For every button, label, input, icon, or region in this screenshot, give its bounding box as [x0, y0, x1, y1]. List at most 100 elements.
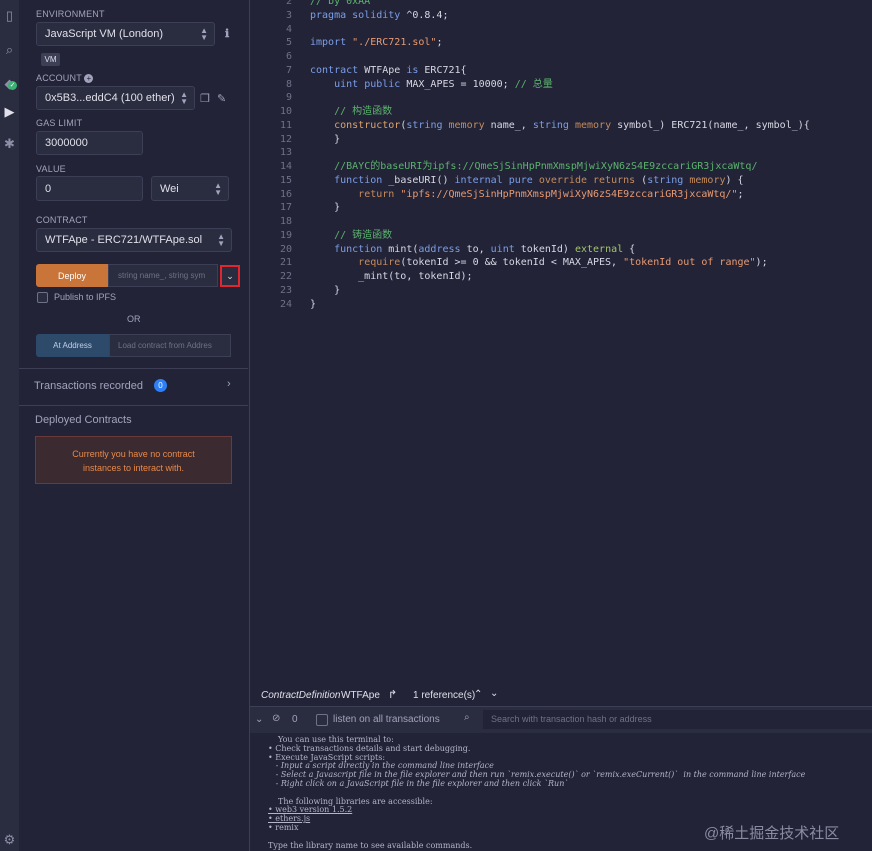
- copy-icon[interactable]: ❐: [200, 92, 210, 105]
- search-icon[interactable]: ⌕: [0, 42, 19, 58]
- file-explorer-icon[interactable]: ▯: [0, 8, 19, 24]
- publish-ipfs-checkbox[interactable]: [37, 292, 48, 303]
- code-line[interactable]: 4: [250, 23, 872, 37]
- code-line[interactable]: 11 constructor(string memory name_, stri…: [250, 119, 872, 133]
- edit-icon[interactable]: ✎: [217, 92, 226, 105]
- transaction-search-input[interactable]: Search with transaction hash or address: [483, 710, 872, 729]
- terminal-line: - Input a script directly in the command…: [268, 761, 494, 771]
- terminal-line: Type the library name to see available c…: [268, 840, 473, 850]
- code-text: function mint(address to, uint tokenId) …: [310, 243, 635, 257]
- deploy-params-input[interactable]: string name_, string sym: [108, 264, 218, 287]
- code-line[interactable]: 6: [250, 50, 872, 64]
- debugger-icon[interactable]: ✱: [0, 136, 19, 152]
- deploy-run-icon[interactable]: ▶: [0, 104, 19, 120]
- code-line[interactable]: 21 require(tokenId >= 0 && tokenId < MAX…: [250, 256, 872, 270]
- code-line[interactable]: 10 // 构造函数: [250, 105, 872, 119]
- line-number: 15: [279, 174, 292, 186]
- code-token: contract: [310, 64, 359, 76]
- chevron-up-icon[interactable]: ⌃: [474, 689, 482, 700]
- expand-params-button[interactable]: ⌄: [220, 265, 240, 287]
- code-line[interactable]: 24}: [250, 298, 872, 312]
- code-token: //BAYC的baseURI为ipfs://QmeSjSinHpPnmXmspM…: [334, 161, 758, 172]
- code-line[interactable]: 5 import "./ERC721.sol";: [250, 36, 872, 50]
- references-count: 1 reference(s): [413, 690, 476, 701]
- settings-icon[interactable]: ⚙: [0, 832, 19, 848]
- code-text: // by 0xAA: [310, 0, 370, 9]
- terminal-toolbar: ⌄ ⊘ 0 listen on all transactions ⌕ Searc…: [250, 706, 872, 734]
- line-number: 8: [285, 78, 292, 90]
- code-token: tokenId): [514, 243, 575, 255]
- plus-circle-icon[interactable]: +: [84, 74, 94, 83]
- code-token: address: [418, 243, 461, 255]
- code-line[interactable]: 15 function _baseURI() internal pure ove…: [250, 174, 872, 188]
- compiler-icon[interactable]: ◆✓: [0, 76, 19, 92]
- code-text: contract WTFApe is ERC721{: [310, 64, 467, 78]
- clear-console-icon[interactable]: ⊘: [272, 713, 280, 724]
- code-line[interactable]: 3 pragma solidity ^0.8.4;: [250, 9, 872, 23]
- code-editor[interactable]: 2 // by 0xAA 3 pragma solidity ^0.8.4; 4 5 imp…: [250, 0, 872, 686]
- terminal-line: - Select a Javascript file in the file e…: [268, 770, 806, 780]
- deploy-button[interactable]: Deploy: [36, 264, 108, 287]
- contract-select[interactable]: WTFApe - ERC721/WTFApe.sol ▲ ▼: [36, 228, 232, 252]
- goto-definition-icon[interactable]: ↱: [388, 688, 397, 701]
- chevron-down-icon[interactable]: ⌄: [490, 688, 498, 699]
- environment-select[interactable]: JavaScript VM (London) ▲ ▼: [36, 22, 215, 46]
- code-line[interactable]: 14 //BAYC的baseURI为ipfs://QmeSjSinHpPnmXm…: [250, 160, 872, 174]
- line-number: 2: [285, 0, 292, 7]
- account-select[interactable]: 0x5B3...eddC4 (100 ether) ▲ ▼: [36, 86, 195, 110]
- load-contract-input[interactable]: Load contract from Addres: [109, 334, 231, 357]
- code-token: override returns: [538, 174, 636, 186]
- terminal-line: • web3 version 1.5.2: [268, 805, 353, 815]
- line-number: 20: [279, 243, 292, 255]
- line-number: 9: [285, 92, 292, 104]
- gas-limit-input[interactable]: 3000000: [36, 131, 143, 155]
- code-line[interactable]: 20 function mint(address to, uint tokenI…: [250, 243, 872, 257]
- collapse-terminal-icon[interactable]: ⌄: [255, 714, 263, 725]
- definition-kind: ContractDefinition: [261, 690, 341, 701]
- code-token: mint(: [382, 243, 419, 255]
- code-token: pragma solidity: [310, 9, 401, 21]
- code-line[interactable]: 22 _mint(to, tokenId);: [250, 270, 872, 284]
- value-amount-input[interactable]: 0: [36, 176, 143, 201]
- transactions-recorded-label: Transactions recorded: [34, 380, 144, 392]
- pending-tx-count: 0: [292, 714, 298, 725]
- code-token: internal pure: [454, 174, 533, 186]
- value-unit: Wei: [160, 182, 179, 195]
- code-text: // 构造函数: [310, 105, 392, 119]
- code-text: return "ipfs://QmeSjSinHpPnmXmspMjwiXyN6…: [310, 188, 743, 202]
- code-token: function: [334, 243, 383, 255]
- code-token: string: [406, 119, 443, 131]
- code-line[interactable]: 17 }: [250, 201, 872, 215]
- transactions-recorded-row[interactable]: Transactions recorded 0 ›: [19, 368, 248, 406]
- reference-bar: ContractDefinition WTFApe ↱ 1 reference(…: [250, 686, 872, 706]
- code-token: symbol_) ERC721(name_, symbol_){: [611, 119, 810, 131]
- code-line[interactable]: 13: [250, 146, 872, 160]
- code-token: name_,: [484, 119, 533, 131]
- code-text: }: [310, 284, 340, 298]
- code-line[interactable]: 18: [250, 215, 872, 229]
- code-token: ^0.8.4;: [400, 9, 449, 21]
- code-line[interactable]: 8 uint public MAX_APES = 10000; // 总量: [250, 78, 872, 92]
- code-token: return: [358, 188, 395, 200]
- code-token: "tokenId out of range": [623, 257, 756, 269]
- chevron-updown-icon: ▲ ▼: [217, 232, 225, 248]
- code-line[interactable]: 2 // by 0xAA: [250, 0, 872, 9]
- code-line[interactable]: 16 return "ipfs://QmeSjSinHpPnmXmspMjwiX…: [250, 188, 872, 202]
- code-line[interactable]: 9: [250, 91, 872, 105]
- compiled-check-icon: ✓: [8, 81, 17, 90]
- value-unit-select[interactable]: Wei ▲ ▼: [151, 176, 229, 201]
- code-line[interactable]: 23 }: [250, 284, 872, 298]
- listen-checkbox[interactable]: [316, 714, 328, 726]
- at-address-button[interactable]: At Address: [36, 334, 109, 357]
- code-token: require: [358, 257, 401, 269]
- info-icon[interactable]: ℹ: [225, 27, 229, 40]
- code-token: (tokenId >= 0 && tokenId < MAX_APES,: [400, 257, 624, 269]
- code-line[interactable]: 12 }: [250, 133, 872, 147]
- code-line[interactable]: 7 contract WTFApe is ERC721{: [250, 64, 872, 78]
- code-token: // by 0xAA: [310, 0, 371, 7]
- code-line[interactable]: 19 // 铸造函数: [250, 229, 872, 243]
